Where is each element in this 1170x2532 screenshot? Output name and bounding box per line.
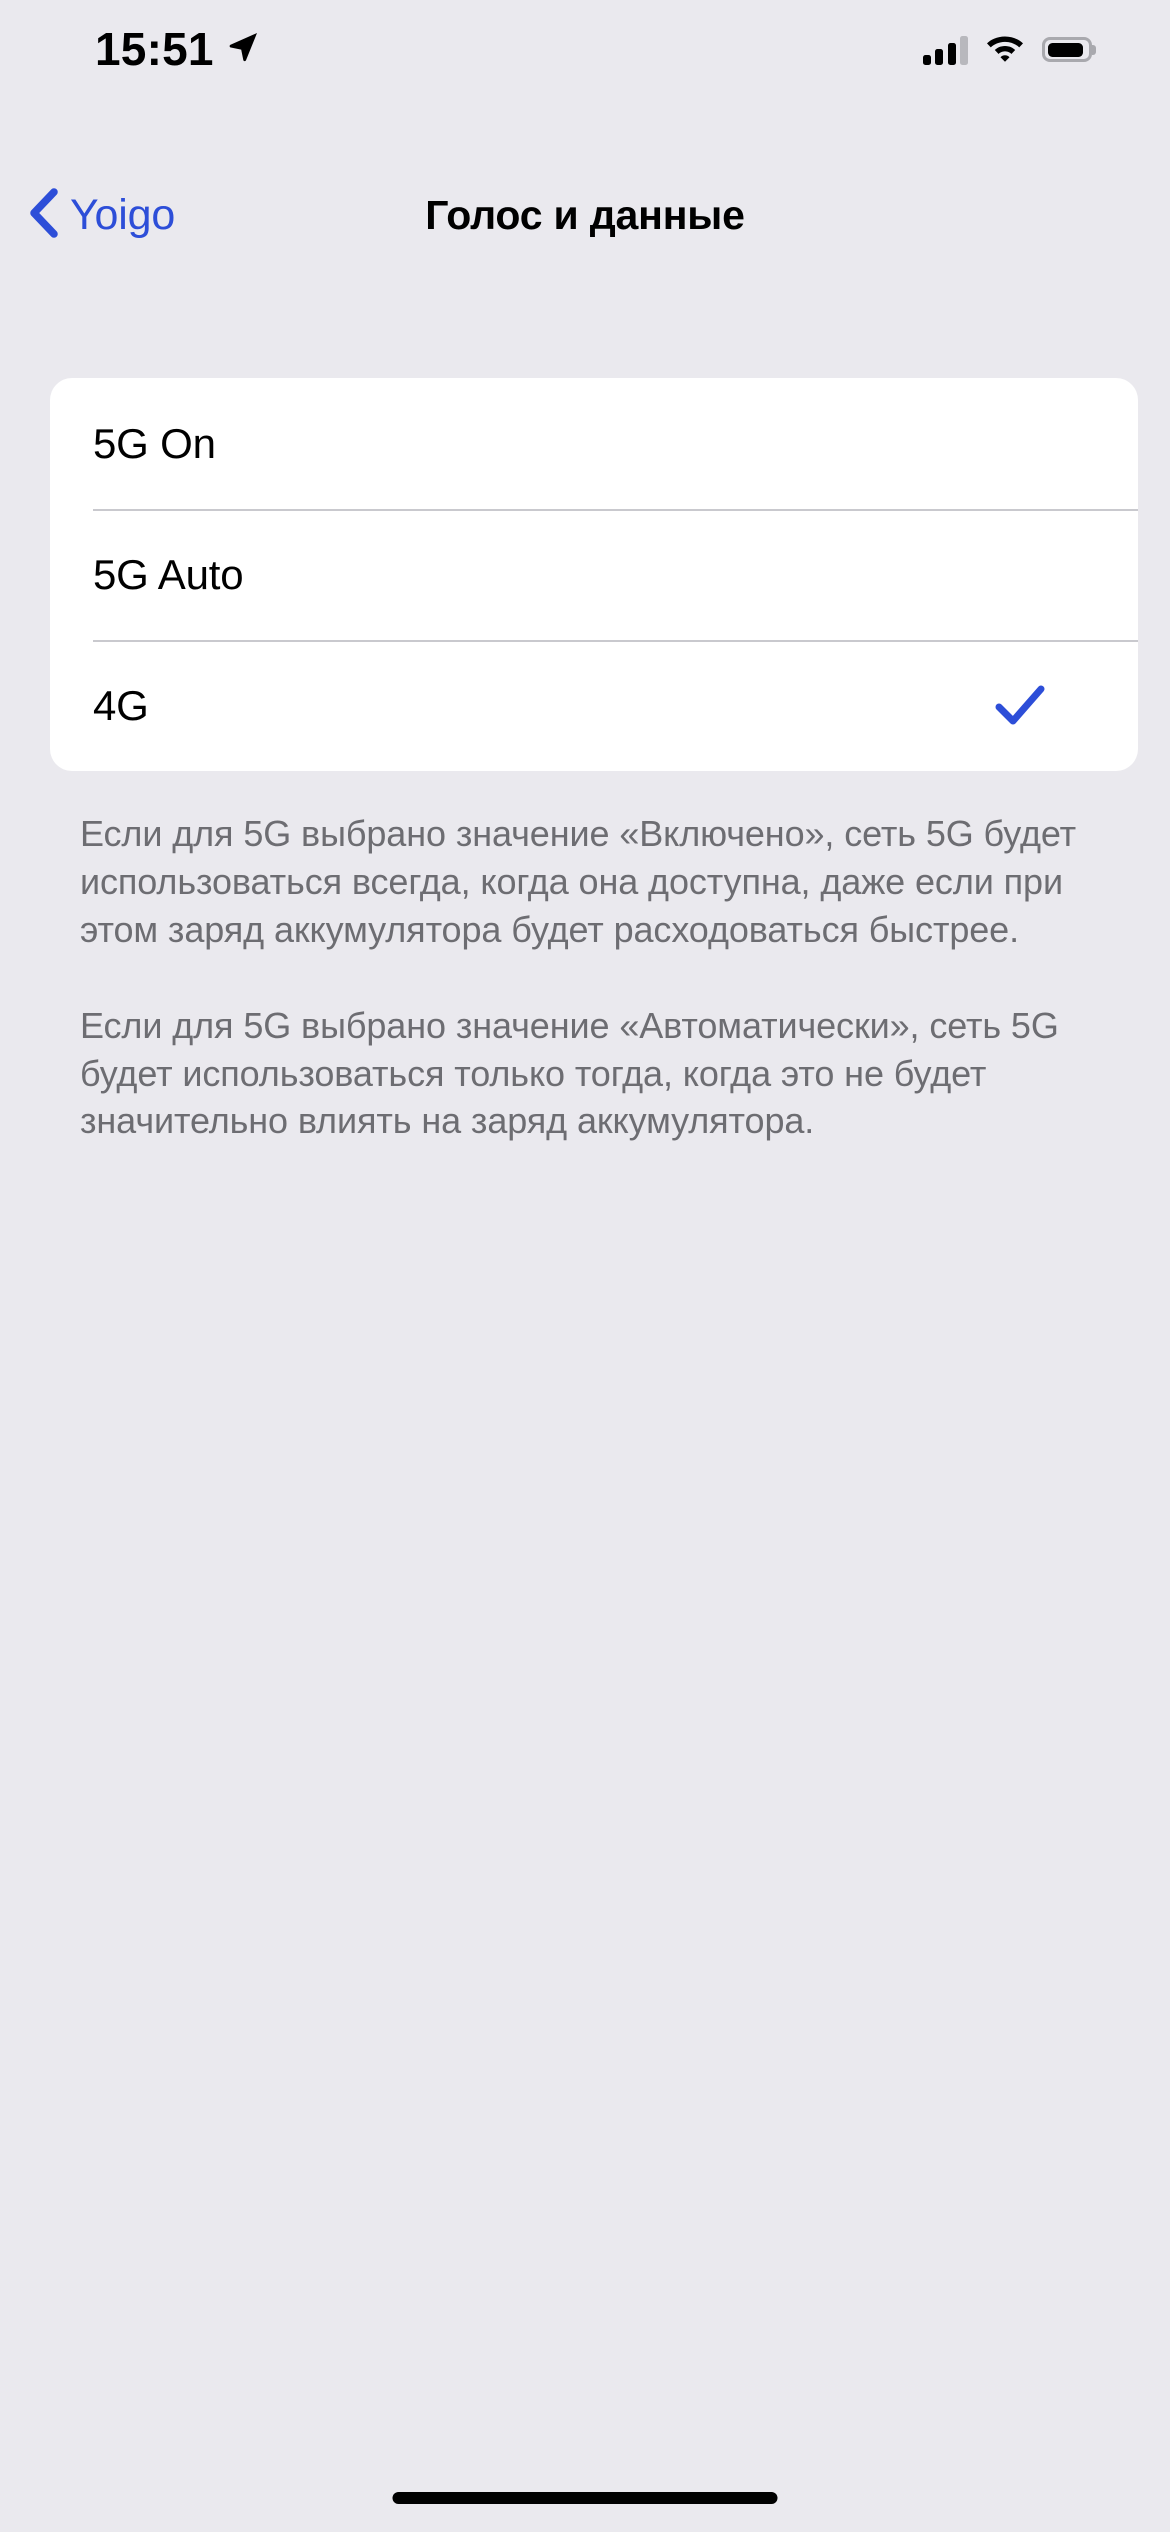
option-row-5g-auto[interactable]: 5G Auto	[50, 509, 1138, 640]
status-bar-clock: 15:51	[95, 23, 214, 75]
page-title: Голос и данные	[425, 191, 745, 238]
option-row-5g-on[interactable]: 5G On	[50, 378, 1138, 509]
option-label: 5G On	[93, 419, 216, 467]
network-mode-option-list: 5G On 5G Auto 4G	[50, 378, 1138, 771]
footer-note-5g-on: Если для 5G выбрано значение «Включено»,…	[80, 813, 1076, 950]
option-label: 5G Auto	[93, 550, 244, 598]
option-label: 4G	[93, 681, 149, 729]
checkmark-icon	[994, 680, 1046, 732]
navigation-bar: Yoigo Голос и данные	[0, 175, 1170, 255]
location-arrow-icon	[226, 30, 260, 69]
home-indicator[interactable]	[392, 2492, 778, 2504]
footer-description: Если для 5G выбрано значение «Включено»,…	[80, 810, 1100, 1145]
phone-screen: 15:51 Yoigo Голос и данные 5G On 5G Auto…	[0, 0, 1170, 2532]
cellular-signal-icon	[922, 35, 968, 65]
wifi-icon	[985, 32, 1025, 67]
status-bar-right	[922, 32, 1096, 67]
status-bar-left: 15:51	[95, 26, 260, 72]
status-bar: 15:51	[0, 0, 1170, 100]
option-row-4g[interactable]: 4G	[50, 640, 1138, 771]
footer-note-5g-auto: Если для 5G выбрано значение «Автоматиче…	[80, 1004, 1059, 1142]
battery-icon	[1042, 37, 1096, 62]
